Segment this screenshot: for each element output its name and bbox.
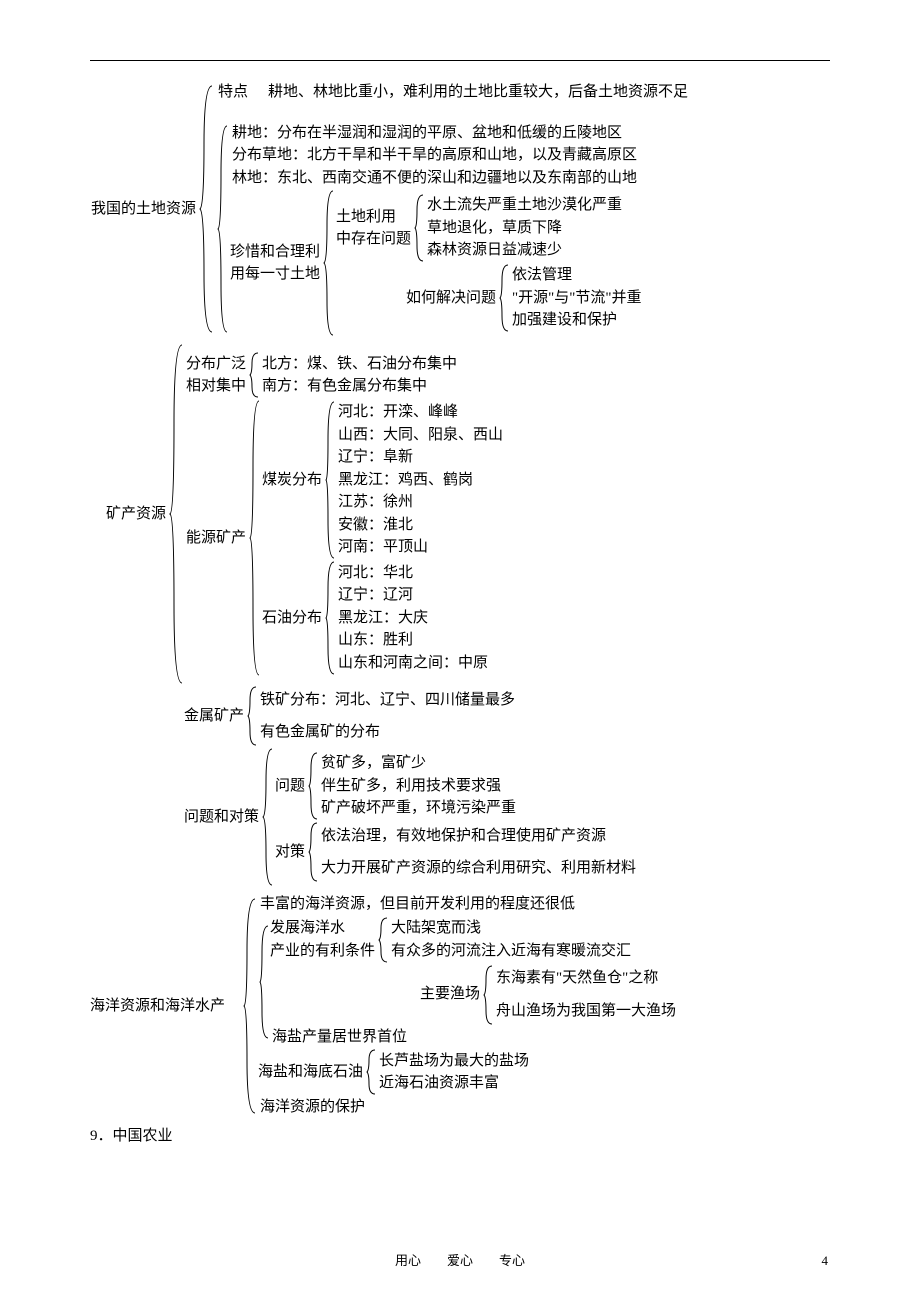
oil-item: 山东和河南之间：中原	[336, 652, 488, 675]
section-9-heading: 9．中国农业	[90, 1125, 830, 1148]
bracket-icon	[242, 893, 258, 1119]
coal-item: 山西：大同、阳泉、西山	[336, 424, 503, 447]
dev-item: 有众多的河流注入近海有寒暖流交汇	[389, 940, 631, 963]
land-dist-0: 耕地：分布在半湿润和湿润的平原、盆地和低缓的丘陵地区	[230, 122, 642, 145]
salt-item: 近海石油资源丰富	[377, 1072, 529, 1095]
bracket-icon	[322, 189, 336, 337]
oil-item: 辽宁：辽河	[336, 584, 488, 607]
use-item: 草地退化，草质下降	[425, 217, 622, 240]
bracket-icon	[324, 400, 336, 560]
fishery-item	[494, 990, 676, 1000]
dist-label: 分布广泛相对集中	[186, 351, 248, 399]
issue-label: 问题	[275, 751, 307, 821]
metal-label: 金属矿产	[184, 685, 246, 747]
issue-root-label: 问题和对策	[184, 747, 261, 887]
solve-item: "开源"与"节流"并重	[510, 287, 642, 310]
land-dist-1: 分布草地：北方干旱和半干旱的高原和山地，以及青藏高原区	[230, 144, 642, 167]
use-item: 水土流失严重土地沙漠化严重	[425, 194, 622, 217]
bracket-icon	[216, 122, 230, 338]
solve-item: 依法管理	[510, 264, 642, 287]
dev-label: 发展海洋水产业的有利条件	[270, 916, 377, 964]
metal-item: 有色金属矿的分布	[258, 721, 515, 744]
ocean-protect: 海洋资源的保护	[258, 1096, 676, 1119]
issue-item: 伴生矿多，利用技术要求强	[319, 775, 516, 798]
policy-item: 依法治理，有效地保护和合理使用矿产资源	[319, 825, 636, 848]
conserve-label: 珍惜和合理利用每一寸土地	[230, 189, 322, 337]
land-feature: 特点 耕地、林地比重小，难利用的土地比重较大，后备土地资源不足	[216, 81, 688, 104]
oil-item: 河北：华北	[336, 562, 488, 585]
solve-item: 加强建设和保护	[510, 309, 642, 332]
coal-item: 安徽：淮北	[336, 514, 503, 537]
coal-item: 辽宁：阜新	[336, 446, 503, 469]
bracket-icon	[498, 263, 510, 333]
bracket-icon	[168, 343, 186, 685]
use-item: 森林资源日益减速少	[425, 239, 622, 262]
coal-label: 煤炭分布	[262, 400, 324, 560]
coal-item: 河北：开滦、峰峰	[336, 401, 503, 424]
use-label: 土地利用中存在问题	[336, 193, 413, 263]
salt-top: 海盐产量居世界首位	[270, 1026, 676, 1049]
page-number: 4	[822, 1251, 829, 1271]
solve-label: 如何解决问题	[406, 263, 498, 333]
salt-item: 长芦盐场为最大的盐场	[377, 1050, 529, 1073]
issue-item: 矿产破坏严重，环境污染严重	[319, 797, 516, 820]
bracket-icon	[198, 81, 216, 337]
coal-item: 江苏：徐州	[336, 491, 503, 514]
policy-label: 对策	[275, 821, 307, 883]
bracket-icon	[365, 1048, 377, 1096]
fishery-item: 东海素有"天然鱼仓"之称	[494, 967, 676, 990]
oil-item: 黑龙江：大庆	[336, 607, 488, 630]
feature-label: 特点	[218, 81, 248, 104]
fishery-label: 主要渔场	[420, 964, 482, 1026]
bracket-icon	[413, 193, 425, 263]
bracket-icon	[258, 916, 270, 1049]
bracket-icon	[307, 751, 319, 821]
dist-item: 南方：有色金属分布集中	[260, 375, 457, 398]
bracket-icon	[307, 821, 319, 883]
metal-item	[258, 711, 515, 721]
land-dist-2: 林地：东北、西南交通不便的深山和边疆地以及东南部的山地	[230, 167, 642, 190]
bracket-icon	[261, 747, 275, 887]
bracket-icon	[482, 964, 494, 1026]
policy-item: 大力开展矿产资源的综合利用研究、利用新材料	[319, 857, 636, 880]
ocean-root-label: 海洋资源和海洋水产	[90, 893, 242, 1119]
bracket-icon	[324, 560, 336, 676]
oil-item: 山东：胜利	[336, 629, 488, 652]
salt-label: 海盐和海底石油	[258, 1048, 365, 1096]
page-footer: 用心 爱心 专心 4	[0, 1251, 920, 1271]
oil-label: 石油分布	[262, 560, 324, 676]
fishery-item: 舟山渔场为我国第一大渔场	[494, 1000, 676, 1023]
footer-text: 用心 爱心 专心	[0, 1251, 920, 1271]
horizontal-rule	[90, 60, 830, 61]
bracket-icon	[246, 685, 258, 747]
mineral-resources-tree: 矿产资源 分布广泛相对集中 北方：煤、铁、石油分布集中 南方：有色金属分布集中 …	[90, 343, 830, 887]
bracket-icon	[377, 916, 389, 964]
dist-item: 北方：煤、铁、石油分布集中	[260, 353, 457, 376]
energy-label: 能源矿产	[186, 399, 248, 677]
land-resources-tree: 我国的土地资源 特点 耕地、林地比重小，难利用的土地比重较大，后备土地资源不足 …	[90, 81, 830, 337]
issue-item: 贫矿多，富矿少	[319, 752, 516, 775]
feature-text: 耕地、林地比重小，难利用的土地比重较大，后备土地资源不足	[268, 81, 688, 104]
coal-item: 黑龙江：鸡西、鹤岗	[336, 469, 503, 492]
coal-item: 河南：平顶山	[336, 536, 503, 559]
bracket-icon	[248, 351, 260, 399]
land-root-label: 我国的土地资源	[90, 81, 198, 337]
mineral-root-label: 矿产资源	[90, 343, 168, 685]
bracket-icon	[248, 399, 262, 677]
ocean-rich: 丰富的海洋资源，但目前开发利用的程度还很低	[258, 893, 676, 916]
dev-item: 大陆架宽而浅	[389, 917, 631, 940]
policy-item	[319, 847, 636, 857]
ocean-resources-tree: 海洋资源和海洋水产 丰富的海洋资源，但目前开发利用的程度还很低 发展海洋水产业的…	[90, 893, 830, 1119]
metal-item: 铁矿分布：河北、辽宁、四川储量最多	[258, 689, 515, 712]
